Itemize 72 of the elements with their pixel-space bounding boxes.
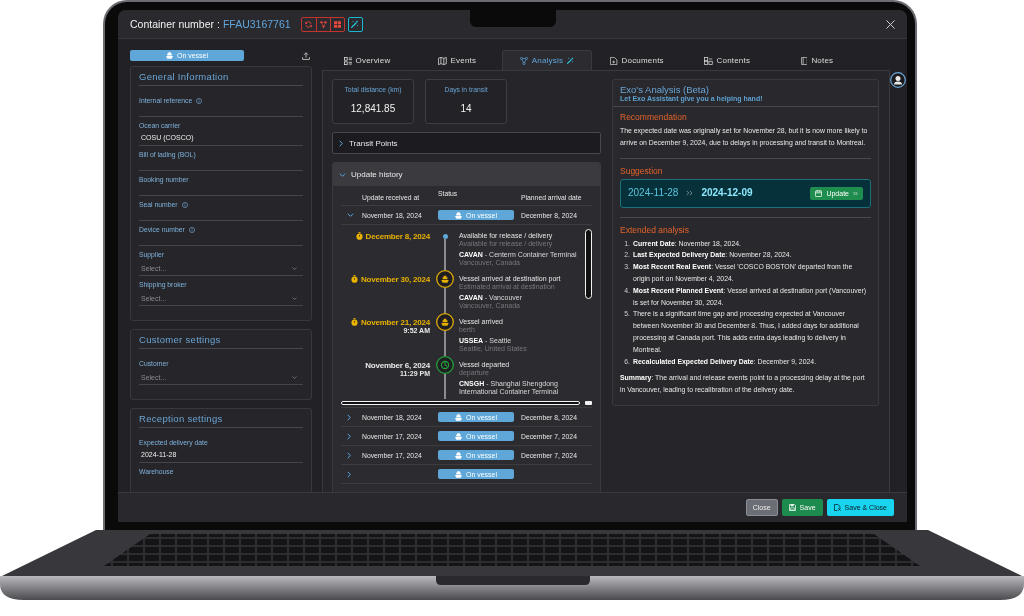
- double-chevron-icon: [853, 190, 858, 196]
- ship-icon: [454, 432, 462, 440]
- transit-points-header[interactable]: Transit Points: [332, 132, 601, 154]
- event-date: December 8, 2024: [365, 231, 430, 241]
- caret-icon: [292, 297, 297, 300]
- analysis-title: Exo's Analysis (Beta): [620, 84, 710, 95]
- table-icon: [333, 20, 341, 28]
- chevron-right-icon[interactable]: [347, 432, 351, 440]
- section-heading: Recommendation: [620, 112, 688, 123]
- ship-icon: [454, 470, 462, 478]
- grid-icon: [343, 56, 352, 65]
- share-button[interactable]: [315, 17, 330, 31]
- current-date: 2024-11-28: [628, 187, 679, 199]
- container-number: FFAU3167761: [222, 18, 291, 30]
- event-date: November 6, 2024: [365, 360, 430, 370]
- tab[interactable]: Documents: [592, 50, 682, 70]
- ship-icon: [454, 451, 462, 459]
- event-date: November 21, 2024: [360, 317, 430, 327]
- window-title: Container number :: [130, 18, 220, 30]
- notebook-icon: [800, 56, 808, 65]
- stat-value: 14: [460, 103, 472, 114]
- stopwatch-icon: [350, 318, 358, 326]
- card-title: Reception settings: [139, 409, 303, 428]
- scrollbar-corner: [585, 401, 592, 405]
- ship-marker-icon: [436, 270, 454, 288]
- section-heading: Suggestion: [620, 165, 664, 177]
- suggested-date: 2024-12-09: [701, 187, 753, 199]
- vertical-scrollbar[interactable]: [585, 229, 592, 299]
- upload-icon[interactable]: [302, 51, 310, 60]
- map-icon: [437, 56, 447, 65]
- share-icon: [319, 20, 327, 28]
- calendar-icon: [815, 189, 823, 197]
- avatar-icon[interactable]: [890, 72, 906, 88]
- stopwatch-icon: [355, 232, 363, 240]
- chevron-right-icon[interactable]: [347, 413, 351, 421]
- floppy-disk-icon: [788, 504, 796, 511]
- stat-value: 12,841.85: [350, 103, 396, 114]
- horizontal-scrollbar[interactable]: [341, 401, 580, 405]
- close-button[interactable]: [886, 19, 895, 29]
- section-heading: Extended analysis: [620, 224, 690, 236]
- event-date: November 30, 2024: [360, 274, 430, 284]
- tab[interactable]: Notes: [772, 50, 862, 70]
- tab[interactable]: Events: [412, 50, 502, 70]
- magic-wand-button[interactable]: [347, 16, 363, 32]
- tab[interactable]: Contents: [682, 50, 772, 70]
- chevron-right-icon[interactable]: [347, 451, 351, 459]
- boxes-icon: [703, 56, 713, 65]
- ship-icon: [165, 52, 173, 59]
- document-icon: [610, 56, 618, 65]
- tab[interactable]: Analysis: [502, 50, 592, 70]
- caret-icon: [292, 376, 297, 379]
- card-title: Customer settings: [139, 330, 303, 349]
- ship-icon: [454, 413, 462, 421]
- close-icon: [886, 19, 895, 29]
- chevron-down-icon[interactable]: [347, 213, 354, 217]
- update-history-header[interactable]: Update history: [333, 163, 600, 186]
- timeline-dot: [442, 233, 448, 239]
- ship-icon: [454, 211, 462, 219]
- nodes-icon: [519, 56, 528, 65]
- clock-marker-icon: [436, 356, 454, 374]
- refresh-icon: [305, 20, 313, 28]
- card-title: General Information: [139, 67, 303, 86]
- chevron-right-icon[interactable]: [347, 470, 351, 478]
- tab[interactable]: Overview: [322, 50, 412, 70]
- double-chevron-icon: [686, 190, 694, 197]
- caret-icon: [292, 267, 297, 270]
- table-button[interactable]: [329, 17, 344, 31]
- magic-wand-icon: [351, 20, 360, 28]
- stopwatch-icon: [350, 275, 358, 283]
- file-close-icon: [833, 504, 841, 511]
- magic-wand-icon: [567, 57, 575, 64]
- ship-marker-icon: [436, 313, 454, 331]
